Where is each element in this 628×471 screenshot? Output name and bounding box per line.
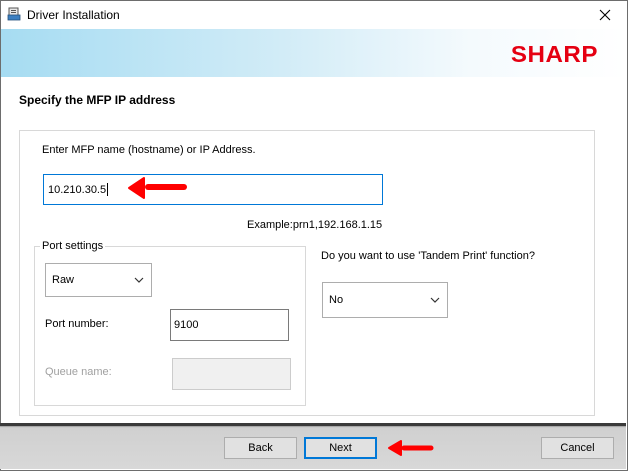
header-banner: SHARP	[1, 29, 627, 77]
sharp-logo: SHARP	[510, 41, 598, 67]
tandem-print-select[interactable]: No	[322, 282, 448, 318]
port-number-value: 9100	[174, 319, 199, 331]
host-input-value: 10.210.30.5	[48, 183, 107, 196]
button-bar-divider	[0, 423, 626, 426]
red-arrow-annotation-icon	[388, 440, 434, 456]
red-arrow-annotation-icon	[128, 177, 187, 199]
close-icon	[599, 9, 611, 21]
back-button[interactable]: Back	[224, 437, 297, 459]
close-button[interactable]	[583, 1, 627, 29]
example-text: Example:prn1,192.168.1.15	[247, 219, 383, 231]
protocol-selected-value: Raw	[52, 274, 75, 286]
port-settings-legend: Port settings	[40, 240, 106, 252]
host-input[interactable]: 10.210.30.5	[43, 174, 383, 205]
queue-name-label: Queue name:	[45, 366, 112, 378]
page-heading: Specify the MFP IP address	[19, 93, 176, 107]
installer-app-icon	[7, 7, 21, 21]
port-number-input[interactable]: 9100	[170, 309, 289, 341]
chevron-down-icon	[430, 297, 440, 303]
window-title: Driver Installation	[27, 8, 120, 22]
text-caret	[107, 183, 109, 196]
title-bar: Driver Installation	[1, 1, 627, 29]
tandem-selected-value: No	[329, 294, 344, 306]
protocol-select[interactable]: Raw	[45, 263, 152, 297]
port-number-label: Port number:	[45, 318, 109, 330]
tandem-print-question: Do you want to use 'Tandem Print' functi…	[321, 250, 535, 262]
next-button[interactable]: Next	[304, 437, 377, 459]
host-label: Enter MFP name (hostname) or IP Address.	[42, 144, 256, 156]
cancel-button[interactable]: Cancel	[541, 437, 614, 459]
chevron-down-icon	[134, 277, 144, 283]
queue-name-input	[172, 358, 291, 390]
